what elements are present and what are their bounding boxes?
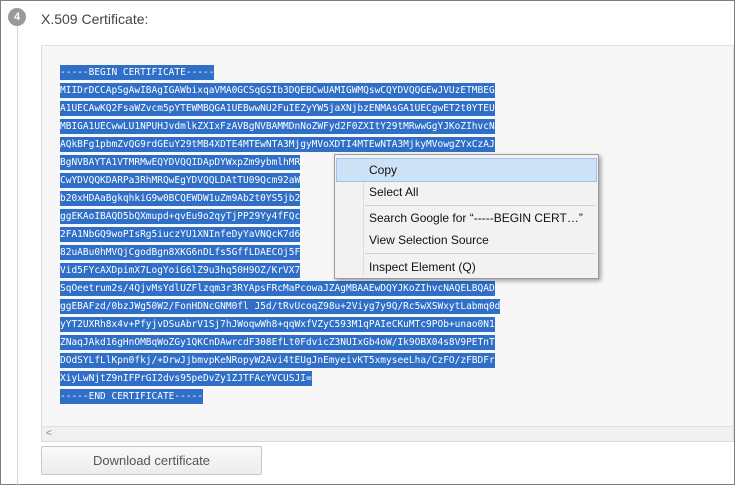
context-menu-view-source[interactable]: View Selection Source (336, 228, 597, 252)
context-menu-inspect-element[interactable]: Inspect Element (Q) (336, 255, 597, 279)
cert-line: SqOeetrum2s/4QjvMsYdlUZFlzqm3r3RYApsFRcM… (60, 281, 495, 296)
step-connector-line (17, 26, 18, 486)
cert-line: A1UECAwKQ2FsaWZvcm5pYTEWMBQGA1UEBwwNU2Fu… (60, 101, 495, 116)
cert-line: -----BEGIN CERTIFICATE----- (60, 65, 215, 80)
scroll-left-arrow-icon[interactable]: < (46, 427, 52, 441)
download-certificate-button[interactable]: Download certificate (41, 446, 262, 475)
cert-line: MBIGA1UECwwLU1NPUHJvdmlkZXIxFzAVBgNVBAMM… (60, 119, 495, 134)
cert-line: -----END CERTIFICATE----- (60, 389, 203, 404)
cert-line: DOdSYLfLlKpn0fkj/+DrwJjbmvpKeNRopyW2Avi4… (60, 353, 495, 368)
cert-line: MIIDrDCCApSgAwIBAgIGAWbixqaVMA0GCSqGSIb3… (60, 83, 495, 98)
context-menu: Copy Select All Search Google for “-----… (334, 154, 599, 279)
context-menu-separator (365, 253, 595, 254)
cert-line: ZNaqJAkd16gHnOMBqWoZGy1QKCnDAwrcdF308EfL… (60, 335, 495, 350)
step-badge: 4 (8, 8, 26, 26)
context-menu-search-google[interactable]: Search Google for “-----BEGIN CERT…” (336, 206, 597, 230)
cert-line: XiyLwNjtZ9nIFPrGI2dvs95peDvZy1ZJTFAcYVCU… (60, 371, 312, 386)
cert-line: yYT2UXRh8x4v+PfyjvDSuAbrV1Sj7hJWoqwWh8+q… (60, 317, 495, 332)
context-menu-copy[interactable]: Copy (336, 158, 597, 182)
cert-line: AQkBFg1pbmZvQG9rdGEuY29tMB4XDTE4MTEwNTA3… (60, 137, 495, 152)
section-title: X.509 Certificate: (41, 11, 149, 27)
context-menu-select-all[interactable]: Select All (336, 180, 597, 204)
cert-line: ggEBAFzd/0bzJWg50W2/FonHDNcGNM0fl J5d/tR… (60, 299, 501, 314)
horizontal-scrollbar[interactable]: < (42, 426, 733, 441)
